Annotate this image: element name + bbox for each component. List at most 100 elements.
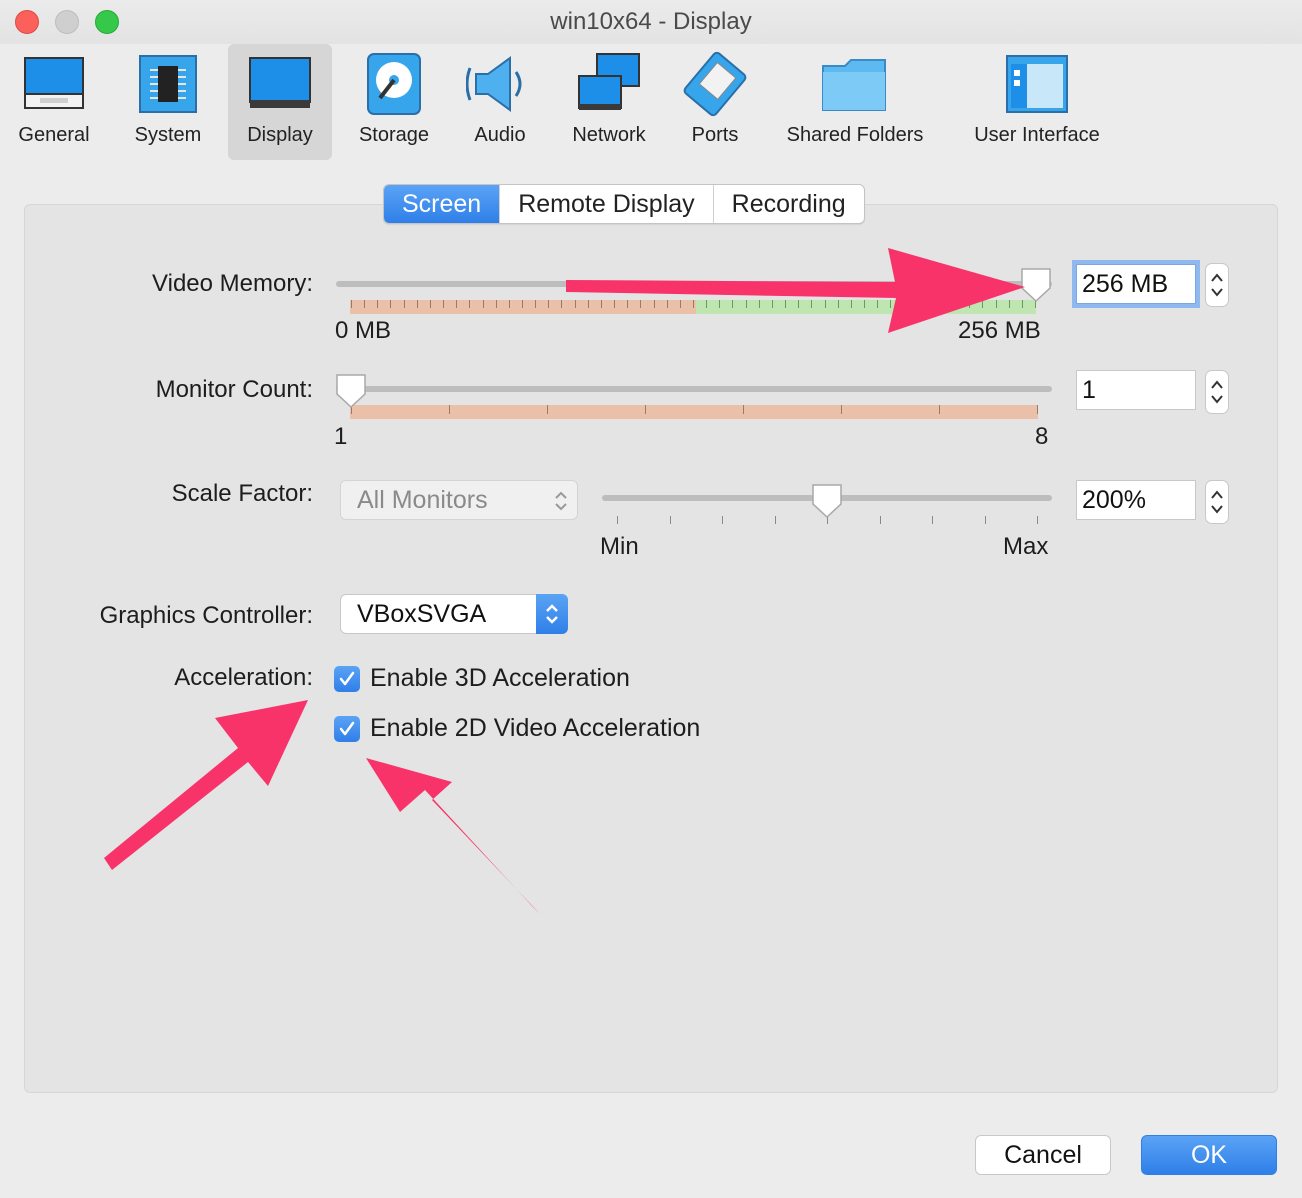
tick-mark [746,300,747,308]
toolbar-label: Shared Folders [786,124,924,146]
monitor-count-input[interactable]: 1 [1076,370,1196,410]
enable-3d-acceleration-label[interactable]: Enable 3D Acceleration [370,664,630,693]
video-memory-stepper[interactable] [1205,263,1229,307]
tick-mark [483,300,484,308]
tick-mark [377,300,378,308]
port-connector-icon [683,51,747,117]
tick-mark [654,300,655,308]
tick-mark [917,300,918,308]
monitor-count-stepper[interactable] [1205,370,1229,414]
tick-mark [547,405,548,414]
tick-mark [719,300,720,308]
scale-factor-stepper[interactable] [1205,480,1229,524]
user-interface-icon [1006,55,1068,113]
enable-3d-acceleration-checkbox[interactable] [334,666,360,692]
scale-factor-monitor-value: All Monitors [357,486,488,514]
tick-mark [456,300,457,308]
toolbar-item-audio[interactable]: Audio [456,44,544,160]
enable-2d-video-acceleration-label[interactable]: Enable 2D Video Acceleration [370,714,700,743]
tick-mark [743,405,744,414]
checkmark-icon [339,671,355,686]
tick-mark [522,300,523,308]
video-memory-input[interactable]: 256 MB [1072,260,1200,308]
tick-mark [851,300,852,308]
enable-2d-video-acceleration-checkbox[interactable] [334,716,360,742]
settings-panel [24,204,1278,1093]
tick-mark [706,300,707,308]
tick-mark [772,300,773,308]
tab-remote-display[interactable]: Remote Display [500,185,714,223]
tick-mark [982,300,983,308]
tick-mark [430,300,431,308]
tick-mark [364,300,365,308]
monitor-count-band [350,405,1038,419]
tick-mark [575,300,576,308]
graphics-controller-select-button[interactable] [536,594,568,634]
tick-mark [449,405,450,414]
tick-mark [640,300,641,308]
tick-mark [417,300,418,308]
tick-mark [956,300,957,308]
network-icon [578,53,640,110]
scale-factor-slider-thumb[interactable] [810,482,844,520]
tick-mark [670,516,671,524]
tick-mark [1037,405,1038,414]
graphics-controller-select[interactable]: VBoxSVGA [340,594,568,634]
monitor-count-slider-thumb[interactable] [334,372,368,410]
toolbar-item-display[interactable]: Display [228,44,332,160]
ok-button[interactable]: OK [1141,1135,1277,1175]
tick-mark [1037,516,1038,524]
toolbar-label: Display [247,124,313,146]
stepper-arrows-icon [1211,380,1223,404]
tick-mark [775,516,776,524]
tick-mark [932,516,933,524]
toolbar-item-storage[interactable]: Storage [342,44,446,160]
tick-mark [969,300,970,308]
tick-mark [548,300,549,308]
tick-mark [645,405,646,414]
tick-mark [838,300,839,308]
tick-mark [890,300,891,308]
scale-factor-label: Scale Factor: [171,480,313,507]
stepper-arrows-icon [1211,490,1223,514]
speaker-icon [466,56,522,112]
tick-mark [939,405,940,414]
toolbar-item-system[interactable]: System [116,44,220,160]
tick-mark [390,300,391,308]
tick-mark [509,300,510,308]
toolbar-item-network[interactable]: Network [556,44,662,160]
tick-mark [617,516,618,524]
cancel-button[interactable]: Cancel [975,1135,1111,1175]
tick-mark [877,300,878,308]
tick-mark [985,516,986,524]
tick-mark [785,300,786,308]
toolbar-label: Audio [474,124,526,146]
toolbar-label: Ports [691,124,739,146]
toolbar-label: User Interface [974,124,1100,146]
tab-recording[interactable]: Recording [714,185,864,223]
video-memory-slider-thumb[interactable] [1019,266,1053,304]
monitor-count-min-label: 1 [334,423,348,450]
toolbar-item-ports[interactable]: Ports [670,44,760,160]
graphics-controller-value: VBoxSVGA [357,600,487,628]
scale-factor-input[interactable]: 200% [1076,480,1196,520]
checkmark-icon [339,721,355,736]
hard-disk-icon [367,53,421,115]
tick-mark [825,300,826,308]
video-memory-slider-track[interactable] [336,281,1052,287]
tick-mark [469,300,470,308]
tab-screen[interactable]: Screen [384,185,501,223]
monitor-count-slider-track[interactable] [336,386,1052,392]
toolbar-item-general[interactable]: General [2,44,106,160]
toolbar-item-shared-folders[interactable]: Shared Folders [772,44,938,160]
toolbar-item-user-interface[interactable]: User Interface [956,44,1118,160]
scale-factor-min-label: Min [600,533,639,560]
graphics-controller-label: Graphics Controller: [99,602,313,629]
scale-factor-monitor-select[interactable]: All Monitors [340,480,578,520]
chip-icon [139,55,197,113]
tick-mark [1009,300,1010,308]
tick-mark [693,300,694,308]
monitor-count-label: Monitor Count: [155,376,313,403]
tick-mark [732,300,733,308]
display-icon [249,57,311,108]
